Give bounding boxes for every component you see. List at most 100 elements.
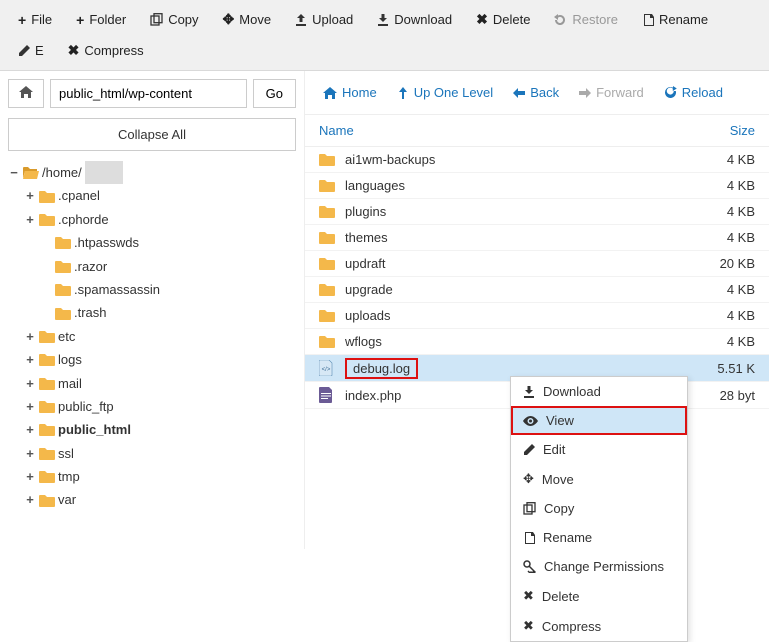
tree-label: logs (58, 348, 82, 371)
folder-icon (319, 257, 341, 270)
nav-home[interactable]: Home (315, 81, 385, 104)
toggle-icon[interactable]: + (24, 208, 36, 231)
toggle-icon[interactable]: − (8, 161, 20, 184)
tb-restore: Restore (544, 6, 628, 33)
folder-icon (39, 470, 55, 483)
toggle-icon[interactable]: + (24, 184, 36, 207)
folder-icon (39, 353, 55, 366)
ctx-view[interactable]: View (511, 406, 687, 435)
home-button[interactable] (8, 79, 44, 108)
plus-icon: + (76, 12, 84, 28)
ctx-compress[interactable]: ✖Compress (511, 611, 687, 641)
col-name[interactable]: Name (319, 123, 730, 138)
tree-node[interactable]: .spamassassin (8, 278, 296, 301)
nav-reload[interactable]: Reload (656, 81, 731, 104)
path-input[interactable] (50, 79, 247, 108)
tree-node[interactable]: + etc (8, 325, 296, 348)
tree-node[interactable]: +.cpanel (8, 184, 296, 207)
tb-delete[interactable]: ✖ Delete (466, 6, 540, 33)
nav-forward: Forward (571, 81, 652, 104)
file-row[interactable]: wflogs4 KB (305, 329, 769, 355)
folder-icon (319, 283, 341, 296)
ctx-download[interactable]: Download (511, 377, 687, 406)
ctx-edit[interactable]: Edit (511, 435, 687, 464)
col-size[interactable]: Size (730, 123, 755, 138)
ctx-move[interactable]: ✥Move (511, 464, 687, 494)
toggle-icon[interactable] (40, 255, 52, 278)
tree-node[interactable]: +tmp (8, 465, 296, 488)
tree-node[interactable]: +ssl (8, 442, 296, 465)
tb-edit[interactable]: E (8, 37, 54, 64)
file-row[interactable]: plugins4 KB (305, 199, 769, 225)
tb-label: Download (394, 12, 452, 27)
tree-node[interactable]: +.cphorde (8, 208, 296, 231)
file-size: 28 byt (720, 388, 755, 403)
tree-node[interactable]: .htpasswds (8, 231, 296, 254)
up-icon (397, 87, 409, 99)
tb-compress[interactable]: ✖Compress (58, 37, 154, 64)
tree-node[interactable]: .trash (8, 301, 296, 324)
x-icon: ✖ (523, 588, 534, 604)
tb-rename[interactable]: Rename (632, 6, 718, 33)
tree-node[interactable]: .razor (8, 255, 296, 278)
ctx-delete[interactable]: ✖Delete (511, 581, 687, 611)
file-row[interactable]: ai1wm-backups4 KB (305, 147, 769, 173)
tree-node[interactable]: + logs (8, 348, 296, 371)
toggle-icon[interactable] (40, 231, 52, 254)
toggle-icon[interactable]: + (24, 348, 36, 371)
tree-label: /home/ (42, 161, 82, 184)
ctx-rename[interactable]: Rename (511, 523, 687, 552)
file-row[interactable]: uploads4 KB (305, 303, 769, 329)
tb-download[interactable]: Download (367, 6, 462, 33)
file-row[interactable]: upgrade4 KB (305, 277, 769, 303)
toggle-icon[interactable]: + (24, 325, 36, 348)
svg-text:</>: </> (322, 367, 331, 373)
x-icon: ✖ (476, 11, 488, 28)
file-size: 5.51 K (717, 361, 755, 376)
nav-up[interactable]: Up One Level (389, 81, 502, 104)
tree-node[interactable]: +mail (8, 372, 296, 395)
tb-file[interactable]: +File (8, 6, 62, 33)
tb-copy[interactable]: Copy (140, 6, 208, 33)
tree-node[interactable]: −/home/x (8, 161, 296, 184)
tree-label: .spamassassin (74, 278, 160, 301)
collapse-all-button[interactable]: Collapse All (8, 118, 296, 151)
toggle-icon[interactable]: + (24, 372, 36, 395)
nav-back[interactable]: Back (505, 81, 567, 104)
go-button[interactable]: Go (253, 79, 296, 108)
toggle-icon[interactable]: + (24, 395, 36, 418)
toggle-icon[interactable]: + (24, 488, 36, 511)
tb-label: Folder (89, 12, 126, 27)
ctx-label: View (546, 413, 574, 428)
file-name: ai1wm-backups (341, 152, 727, 167)
tree-node[interactable]: +public_ftp (8, 395, 296, 418)
file-row[interactable]: updraft20 KB (305, 251, 769, 277)
file-size: 4 KB (727, 308, 755, 323)
move-icon: ✥ (523, 471, 534, 487)
folder-open-icon (23, 166, 39, 179)
tree-node[interactable]: +public_html (8, 418, 296, 441)
tb-folder[interactable]: + Folder (66, 6, 136, 33)
context-menu: Download View Edit✥MoveCopyRenameChange Pe… (510, 376, 688, 642)
toggle-icon[interactable] (40, 301, 52, 324)
tb-label: Compress (84, 43, 143, 58)
file-size: 4 KB (727, 204, 755, 219)
tree-label: etc (58, 325, 75, 348)
php-icon (319, 387, 341, 403)
file-row[interactable]: themes4 KB (305, 225, 769, 251)
folder-icon (39, 330, 55, 343)
toggle-icon[interactable]: + (24, 442, 36, 465)
tree-node[interactable]: +var (8, 488, 296, 511)
tb-label: Delete (493, 12, 531, 27)
file-row[interactable]: languages4 KB (305, 173, 769, 199)
ctx-change-permissions[interactable]: Change Permissions (511, 552, 687, 581)
toggle-icon[interactable]: + (24, 465, 36, 488)
plus-icon: + (18, 12, 26, 28)
tb-upload[interactable]: Upload (285, 6, 363, 33)
ctx-copy[interactable]: Copy (511, 494, 687, 523)
key-icon (523, 560, 536, 573)
tb-move[interactable]: ✥Move (213, 6, 282, 33)
toggle-icon[interactable] (40, 278, 52, 301)
file-header: Name Size (305, 115, 769, 147)
toggle-icon[interactable]: + (24, 418, 36, 441)
